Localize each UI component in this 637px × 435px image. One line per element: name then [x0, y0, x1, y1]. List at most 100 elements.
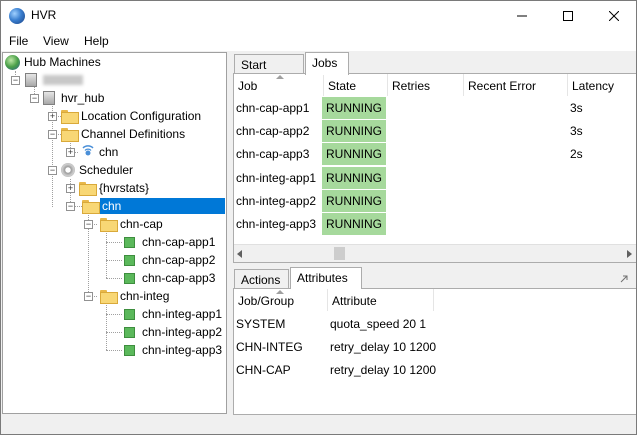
column-header-recent-error[interactable]: Recent Error: [464, 74, 568, 96]
menu-file[interactable]: File: [9, 34, 28, 48]
column-header-state[interactable]: State: [324, 74, 388, 96]
tree-item-job[interactable]: chn-integ-app1: [122, 305, 224, 323]
expander-scheduler-chn[interactable]: −: [66, 202, 75, 211]
scroll-left-icon: [237, 250, 242, 258]
cell-job-group: CHN-INTEG: [236, 340, 303, 354]
cell-job: chn-cap-app1: [236, 101, 310, 115]
tree-item-job[interactable]: chn-integ-app3: [122, 341, 224, 359]
folder-icon: [100, 290, 118, 304]
window-title: HVR: [31, 8, 57, 22]
cell-retries: [388, 167, 464, 189]
cell-recent-error: [464, 143, 568, 165]
column-header-retries[interactable]: Retries: [388, 74, 464, 96]
cell-job: chn-integ-app2: [236, 194, 317, 208]
minimize-button[interactable]: [499, 1, 545, 31]
cell-state: RUNNING: [322, 167, 386, 189]
app-window: HVR File View Help − − + − + − + − − − H…: [0, 0, 637, 435]
tree-item-location-configuration[interactable]: Location Configuration: [61, 107, 203, 125]
tree-item-hub-machine[interactable]: [25, 71, 83, 89]
tree-label: chn-cap: [120, 217, 163, 231]
server-icon: [25, 73, 37, 87]
cell-state: RUNNING: [322, 190, 386, 212]
cell-state: RUNNING: [322, 97, 386, 119]
tree-label: chn-integ-app2: [142, 325, 223, 339]
menu-help[interactable]: Help: [84, 34, 109, 48]
tab-start-page[interactable]: Start Page: [234, 54, 304, 86]
jobs-horizontal-scrollbar[interactable]: [234, 244, 636, 262]
tree-label: Location Configuration: [81, 109, 202, 123]
cell-latency: [570, 167, 630, 189]
cell-job: chn-integ-app3: [236, 217, 317, 231]
maximize-icon: [563, 11, 573, 21]
expander-chn-integ[interactable]: −: [84, 292, 93, 301]
expander-hvrstats[interactable]: +: [66, 184, 75, 193]
cell-recent-error: [464, 167, 568, 189]
tree-item-job[interactable]: chn-cap-app1: [122, 233, 217, 251]
cell-recent-error: [464, 190, 568, 212]
tree-item-scheduler-chn[interactable]: chn: [82, 197, 226, 215]
cell-latency: 2s: [570, 147, 583, 161]
folder-icon: [61, 128, 79, 142]
cell-state: RUNNING: [322, 143, 386, 165]
job-running-icon: [124, 308, 135, 320]
cell-latency: 3s: [570, 101, 583, 115]
column-header-latency[interactable]: Latency: [568, 74, 636, 96]
tab-jobs[interactable]: Jobs: [305, 52, 349, 75]
expander-channel-chn[interactable]: +: [66, 148, 75, 157]
redacted-hostname: [43, 75, 83, 85]
status-bar: [1, 415, 636, 434]
dock-pin-icon[interactable]: [619, 274, 629, 284]
job-running-icon: [124, 344, 135, 356]
cell-latency: [570, 213, 630, 235]
tree-label: chn-integ-app1: [142, 307, 223, 321]
cell-job: chn-cap-app2: [236, 124, 310, 138]
cell-state: RUNNING: [322, 213, 386, 235]
column-header-job-group[interactable]: Job/Group: [234, 289, 328, 311]
channel-icon: [79, 145, 95, 159]
expander-scheduler[interactable]: −: [48, 166, 57, 175]
tree-item-job[interactable]: chn-integ-app2: [122, 323, 224, 341]
maximize-button[interactable]: [545, 1, 591, 31]
menu-bar: File View Help: [1, 31, 636, 51]
tree-item-channel-chn[interactable]: chn: [79, 143, 120, 161]
column-header-attribute[interactable]: Attribute: [328, 289, 434, 311]
tree-item-chn-cap[interactable]: chn-cap: [100, 215, 165, 233]
tree-item-scheduler[interactable]: Scheduler: [61, 161, 135, 179]
tree-label: Channel Definitions: [81, 127, 186, 141]
expander-location-configuration[interactable]: +: [48, 112, 57, 121]
tab-attributes[interactable]: Attributes: [290, 267, 362, 289]
tab-actions[interactable]: Actions: [234, 269, 289, 289]
cell-attribute: retry_delay 10 1200: [330, 363, 437, 377]
tree-item-job[interactable]: chn-cap-app2: [122, 251, 217, 269]
right-panel: Start Page Jobs Job State Retries Recent…: [231, 52, 636, 415]
cell-job: chn-integ-app1: [236, 171, 317, 185]
folder-icon: [61, 110, 79, 124]
tree-item-chn-integ[interactable]: chn-integ: [100, 287, 171, 305]
tree-label: Scheduler: [79, 163, 134, 177]
menu-view[interactable]: View: [43, 34, 69, 48]
expander-chn-cap[interactable]: −: [84, 220, 93, 229]
tree-item-hvr-hub[interactable]: hvr_hub: [43, 89, 106, 107]
cell-state: RUNNING: [322, 120, 386, 142]
tree-label: {hvrstats}: [99, 181, 150, 195]
column-header-job[interactable]: Job: [234, 74, 324, 96]
tree-label-selected: chn: [100, 198, 226, 214]
job-running-icon: [124, 254, 135, 266]
scroll-right-icon: [627, 250, 632, 258]
job-running-icon: [124, 326, 135, 338]
tree-item-hvrstats[interactable]: {hvrstats}: [79, 179, 151, 197]
expander-hub-machine[interactable]: −: [11, 76, 20, 85]
tree-label: hvr_hub: [61, 91, 105, 105]
globe-icon: [5, 54, 20, 70]
top-tabstrip: Start Page Jobs: [231, 52, 636, 86]
title-bar: HVR: [1, 1, 636, 31]
tree-item-hub-machines[interactable]: Hub Machines: [5, 53, 103, 71]
tree-item-channel-definitions[interactable]: Channel Definitions: [61, 125, 187, 143]
expander-hvr-hub[interactable]: −: [30, 94, 39, 103]
hvr-app-icon: [9, 8, 25, 24]
close-button[interactable]: [591, 1, 636, 31]
jobs-table: Job State Retries Recent Error Latency c…: [233, 73, 636, 263]
scrollbar-thumb[interactable]: [334, 247, 345, 260]
expander-channel-definitions[interactable]: −: [48, 130, 57, 139]
tree-item-job[interactable]: chn-cap-app3: [122, 269, 217, 287]
